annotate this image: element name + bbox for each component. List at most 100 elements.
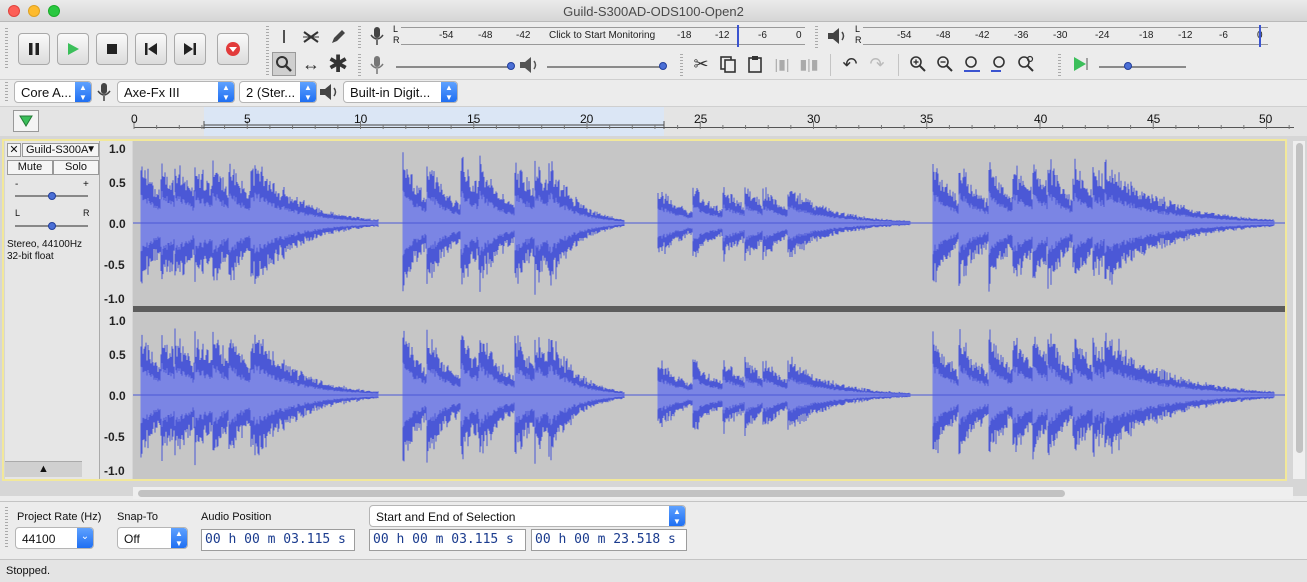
play-button[interactable] — [57, 33, 89, 65]
recording-volume-slider[interactable] — [396, 66, 513, 68]
pan-left-label: L — [15, 208, 21, 218]
playback-volume-slider[interactable] — [547, 66, 666, 68]
selection-start-field[interactable]: 00 h 00 m 03.115 s — [369, 529, 526, 551]
ruler-tick-label: 25 — [694, 112, 708, 126]
play-meter-button[interactable] — [826, 25, 848, 50]
horizontal-scrollbar-thumb[interactable] — [138, 490, 1065, 497]
copy-button[interactable] — [716, 52, 740, 76]
ruler-tick-label: 5 — [244, 112, 251, 126]
cut-button[interactable]: ✂ — [689, 52, 713, 76]
record-meter[interactable]: -54 -48 -42 Click to Start Monitoring -1… — [401, 25, 805, 47]
recording-volume-knob[interactable] — [507, 62, 515, 70]
track-menu-button[interactable]: Guild-S300A ▼ — [22, 143, 99, 157]
speaker-icon — [320, 84, 337, 100]
zoom-in-button[interactable] — [906, 52, 930, 76]
chevron-down-icon: ⌄ — [77, 528, 93, 548]
pause-button[interactable] — [18, 33, 50, 65]
speaker-icon — [828, 28, 845, 44]
fit-project-button[interactable] — [987, 52, 1011, 76]
vertical-scrollbar[interactable] — [1293, 141, 1305, 479]
toolbar-grip[interactable] — [5, 82, 8, 102]
toolbar-grip[interactable] — [815, 26, 818, 48]
selection-mode-select[interactable]: Start and End of Selection ▲ ▼ — [369, 505, 686, 527]
play-at-speed-button[interactable] — [1068, 52, 1092, 76]
snap-to-label: Snap-To — [117, 511, 158, 523]
toolbar-grip[interactable] — [266, 26, 269, 76]
collapse-track-button[interactable]: ▲ — [5, 461, 82, 477]
close-icon: ✕ — [9, 144, 19, 156]
project-rate-select[interactable]: 44100 ⌄ — [15, 527, 94, 549]
project-rate-label: Project Rate (Hz) — [17, 511, 102, 523]
ruler-ticks — [133, 121, 1290, 129]
zoom-out-icon — [937, 56, 953, 72]
speaker-icon — [520, 57, 537, 73]
trim-audio-button[interactable]: |▮| — [770, 52, 794, 76]
playback-speed-knob[interactable] — [1124, 62, 1132, 70]
playback-volume-knob[interactable] — [659, 62, 667, 70]
zoom-toggle-button[interactable] — [1014, 52, 1038, 76]
selection-end-field[interactable]: 00 h 00 m 23.518 s — [531, 529, 687, 551]
snap-to-select[interactable]: Off ▲ ▼ — [117, 527, 188, 549]
toolbar-grip[interactable] — [5, 507, 8, 549]
track-vertical-ruler[interactable]: 1.0 0.5 0.0 -0.5 -1.0 1.0 0.5 0.0 -0.5 -… — [100, 141, 132, 479]
toolbar-grip[interactable] — [5, 28, 8, 70]
audio-host-select[interactable]: Core A... ▲ ▼ — [14, 81, 92, 103]
record-meter-channels: LR — [393, 24, 400, 45]
paste-icon — [748, 56, 762, 73]
paste-button[interactable] — [743, 52, 767, 76]
audio-position-label: Audio Position — [201, 511, 272, 523]
status-bar: Stopped. — [0, 559, 1307, 582]
redo-button[interactable]: ↷ — [865, 52, 889, 76]
multi-tool-button[interactable]: ✱ — [326, 51, 350, 78]
ruler-tick-label: 30 — [807, 112, 821, 126]
skip-to-start-button[interactable] — [135, 33, 167, 65]
magnifier-icon — [276, 56, 292, 72]
close-track-button[interactable]: ✕ — [7, 143, 21, 157]
mute-button[interactable]: Mute — [7, 160, 53, 175]
selection-tool-button[interactable]: I — [272, 25, 296, 49]
skip-to-end-button[interactable] — [174, 33, 206, 65]
pencil-icon — [332, 30, 345, 43]
ruler-tick-label: 45 — [1147, 112, 1161, 126]
record-button[interactable] — [217, 33, 249, 65]
zoom-out-button[interactable] — [933, 52, 957, 76]
recording-volume-icon-wrap — [368, 54, 386, 79]
audio-position-field[interactable]: 00 h 00 m 03.115 s — [201, 529, 355, 551]
envelope-tool-button[interactable] — [299, 25, 323, 49]
ruler-tick-label: 20 — [580, 112, 594, 126]
horizontal-scrollbar[interactable] — [133, 487, 1293, 499]
toolbar-grip[interactable] — [680, 54, 683, 76]
monitoring-hint[interactable]: Click to Start Monitoring — [549, 30, 655, 41]
zoom-in-icon — [910, 56, 926, 72]
play-at-speed-icon — [1074, 57, 1088, 71]
silence-audio-button[interactable]: ▮|▮ — [797, 52, 821, 76]
pan-right-label: R — [83, 208, 90, 218]
fit-selection-button[interactable] — [960, 52, 984, 76]
draw-tool-button[interactable] — [326, 25, 350, 49]
record-icon — [226, 42, 240, 56]
gain-slider-knob[interactable] — [48, 192, 56, 200]
i-beam-icon: I — [281, 26, 287, 47]
recording-device-select[interactable]: Axe-Fx III ▲ ▼ — [117, 81, 235, 103]
playback-device-select[interactable]: Built-in Digit... ▲ ▼ — [343, 81, 458, 103]
skip-start-icon — [145, 43, 157, 55]
pan-slider-knob[interactable] — [48, 222, 56, 230]
ruler-tick-label: 50 — [1259, 112, 1273, 126]
record-meter-button[interactable] — [368, 25, 386, 50]
recording-channels-select[interactable]: 2 (Ster... ▲ ▼ — [239, 81, 317, 103]
microphone-icon — [370, 56, 384, 74]
time-shift-tool-button[interactable]: ↔ — [299, 52, 323, 76]
solo-button[interactable]: Solo — [53, 160, 99, 175]
stop-button[interactable] — [96, 33, 128, 65]
vertical-scrollbar-thumb[interactable] — [1296, 143, 1303, 453]
toolbar-grip[interactable] — [358, 54, 361, 76]
toolbar-grip[interactable] — [1058, 54, 1061, 76]
updown-arrows-icon: ▲ ▼ — [218, 82, 234, 102]
undo-button[interactable]: ↶ — [838, 52, 862, 76]
toolbar-grip[interactable] — [358, 26, 361, 48]
waveform-display[interactable] — [133, 141, 1285, 479]
silence-icon: ▮|▮ — [799, 55, 819, 72]
play-meter[interactable]: -54 -48 -42 -36 -30 -24 -18 -12 -6 0 — [863, 25, 1268, 47]
zoom-tool-button[interactable] — [272, 52, 296, 76]
playback-speed-slider[interactable] — [1099, 66, 1186, 68]
